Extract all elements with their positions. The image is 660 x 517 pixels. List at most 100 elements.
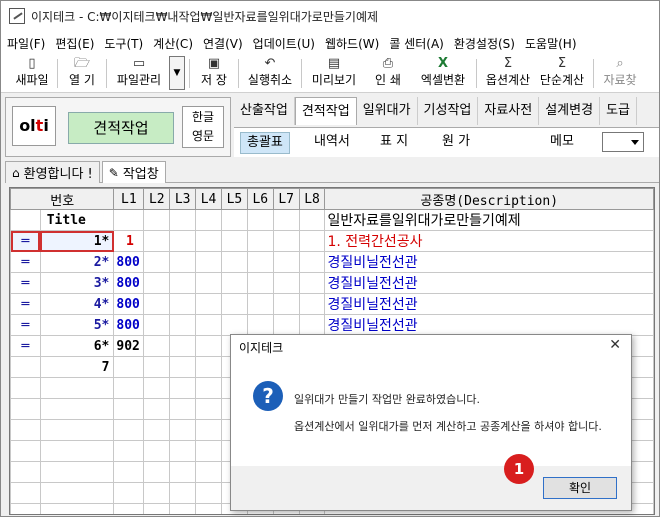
question-icon: ?	[253, 381, 283, 411]
lang-english[interactable]: 영문	[183, 127, 223, 146]
simple-calc-button[interactable]: Σ 단순계산	[535, 55, 589, 92]
row-l1[interactable]: 800	[113, 272, 145, 294]
row-l1[interactable]: 800	[113, 293, 145, 315]
col-header-l5[interactable]: L5	[220, 188, 248, 210]
row-number[interactable]: 4*	[39, 293, 115, 315]
menu-webhard[interactable]: 웹하드(W)	[325, 35, 379, 52]
col-header-l2[interactable]: L2	[143, 188, 171, 210]
tab-calculation[interactable]: 산출작업	[234, 97, 295, 125]
col-header-number[interactable]: 번호	[10, 188, 115, 210]
table-row[interactable]: ═ 2* 800 경질비닐전선관	[10, 251, 654, 273]
row-l1[interactable]: 1	[113, 230, 145, 252]
table-row[interactable]: ═ 4* 800 경질비닐전선관	[10, 293, 654, 315]
window-title: 이지테크 - C:₩이지테크₩내작업₩일반자료를일위대가로만들기예제	[31, 9, 379, 24]
table-row[interactable]: ═ 1* 1 1. 전력간선공사	[10, 230, 654, 252]
menu-calc[interactable]: 계산(C)	[153, 35, 193, 52]
row-number[interactable]: 7	[39, 356, 115, 378]
row-l1[interactable]: 800	[113, 314, 145, 336]
row-l1[interactable]	[113, 356, 145, 378]
file-manage-icon: ▭	[132, 56, 146, 71]
lang-korean[interactable]: 한글	[183, 108, 223, 127]
row-description[interactable]: 일반자료를일위대가로만들기예제	[324, 209, 654, 231]
language-toggle[interactable]: 한글 영문	[182, 106, 224, 148]
row-description[interactable]: 경질비닐전선관	[324, 272, 654, 294]
row-description[interactable]: 경질비닐전선관	[324, 251, 654, 273]
memo-select[interactable]	[602, 132, 644, 152]
menu-edit[interactable]: 편집(E)	[55, 35, 94, 52]
menu-update[interactable]: 업데이트(U)	[253, 35, 315, 52]
save-icon: ▣	[207, 56, 221, 71]
row-number[interactable]: 5*	[39, 314, 115, 336]
menu-help[interactable]: 도움말(H)	[525, 35, 577, 52]
row-marker-icon: ═	[10, 230, 41, 252]
col-header-l7[interactable]: L7	[272, 188, 300, 210]
dialog-message-primary: 일위대가 만들기 작업만 완료하였습니다.	[294, 393, 481, 406]
tab-unit-price[interactable]: 일위대가	[356, 97, 418, 125]
current-mode-button[interactable]: 견적작업	[68, 112, 174, 144]
undo-label: 실행취소	[247, 73, 293, 87]
close-icon[interactable]: ✕	[609, 337, 621, 353]
col-header-l3[interactable]: L3	[169, 188, 197, 210]
subtab-cover[interactable]: 표 지	[380, 132, 408, 152]
menu-link[interactable]: 연결(V)	[203, 35, 243, 52]
save-button[interactable]: ▣ 저 장	[194, 55, 234, 92]
open-label: 열 기	[69, 73, 95, 87]
preview-button[interactable]: ▤ 미리보기	[306, 55, 362, 92]
ok-button[interactable]: 확인	[543, 477, 617, 499]
main-tabs: 산출작업 견적작업 일위대가 기성작업 자료사전 설계변경 도급	[234, 97, 659, 125]
menu-file[interactable]: 파일(F)	[7, 35, 45, 52]
row-l1[interactable]	[113, 209, 145, 231]
new-file-button[interactable]: ▯ 새파일	[11, 55, 53, 92]
subtab-detail[interactable]: 내역서	[314, 132, 350, 152]
menu-bar: 파일(F) 편집(E) 도구(T) 계산(C) 연결(V) 업데이트(U) 웹하…	[1, 31, 659, 55]
col-header-l1[interactable]: L1	[113, 188, 145, 210]
table-row[interactable]: ═ 5* 800 경질비닐전선관	[10, 314, 654, 336]
table-row[interactable]: ═ 3* 800 경질비닐전선관	[10, 272, 654, 294]
tab-progress[interactable]: 기성작업	[417, 97, 479, 125]
table-row[interactable]: Title 일반자료를일위대가로만들기예제	[10, 209, 654, 231]
tab-contract[interactable]: 도급	[600, 97, 637, 125]
option-calc-label: 옵션계산	[485, 73, 531, 87]
row-number[interactable]: 1*	[39, 230, 115, 252]
excel-export-button[interactable]: X 엑셀변환	[414, 55, 472, 92]
edit-icon: ✎	[108, 165, 119, 180]
doc-tab-welcome[interactable]: ⌂ 환영합니다 !	[5, 161, 100, 183]
row-description[interactable]: 경질비닐전선관	[324, 314, 654, 336]
row-number[interactable]: 6*	[39, 335, 115, 357]
menu-tools[interactable]: 도구(T)	[104, 35, 143, 52]
col-header-l4[interactable]: L4	[195, 188, 222, 210]
save-label: 저 장	[201, 73, 227, 87]
col-header-l6[interactable]: L6	[246, 188, 274, 210]
col-header-description[interactable]: 공종명(Description)	[324, 188, 654, 210]
subtab-summary[interactable]: 총괄표	[240, 132, 290, 154]
row-number[interactable]: Title	[39, 209, 115, 231]
file-manage-dropdown[interactable]: ▼	[169, 56, 185, 90]
title-bar: 이지테크 - C:₩이지테크₩내작업₩일반자료를일위대가로만들기예제	[1, 1, 659, 31]
option-calc-button[interactable]: Σ 옵션계산	[481, 55, 535, 92]
excel-icon: X	[437, 56, 449, 71]
search-data-button[interactable]: ⌕ 자료찾	[598, 55, 642, 92]
row-l1[interactable]: 902	[113, 335, 145, 357]
file-manage-button[interactable]: ▭ 파일관리	[111, 55, 167, 92]
undo-button[interactable]: ↶ 실행취소	[243, 55, 297, 92]
row-description[interactable]: 1. 전력간선공사	[324, 230, 654, 252]
tab-dictionary[interactable]: 자료사전	[478, 97, 540, 125]
print-button[interactable]: ⎙ 인 쇄	[362, 55, 414, 92]
row-marker-icon: ═	[10, 335, 41, 357]
open-button[interactable]: 🗁 열 기	[62, 55, 102, 92]
table-header: 번호 L1 L2 L3 L4 L5 L6 L7 L8 공종명(Descripti…	[10, 188, 654, 210]
menu-callcenter[interactable]: 콜 센터(A)	[389, 35, 444, 52]
app-window: 이지테크 - C:₩이지테크₩내작업₩일반자료를일위대가로만들기예제 파일(F)…	[0, 0, 660, 517]
row-l1[interactable]: 800	[113, 251, 145, 273]
row-number[interactable]: 2*	[39, 251, 115, 273]
tab-estimate[interactable]: 견적작업	[294, 97, 357, 125]
subtab-original-cost[interactable]: 원 가	[442, 132, 470, 152]
file-manage-label: 파일관리	[116, 73, 162, 87]
toolbar-divider	[57, 59, 58, 88]
row-description[interactable]: 경질비닐전선관	[324, 293, 654, 315]
tab-design-change[interactable]: 설계변경	[539, 97, 601, 125]
doc-tab-workspace[interactable]: ✎ 작업창	[101, 161, 166, 183]
col-header-l8[interactable]: L8	[298, 188, 326, 210]
row-number[interactable]: 3*	[39, 272, 115, 294]
menu-settings[interactable]: 환경설정(S)	[454, 35, 515, 52]
